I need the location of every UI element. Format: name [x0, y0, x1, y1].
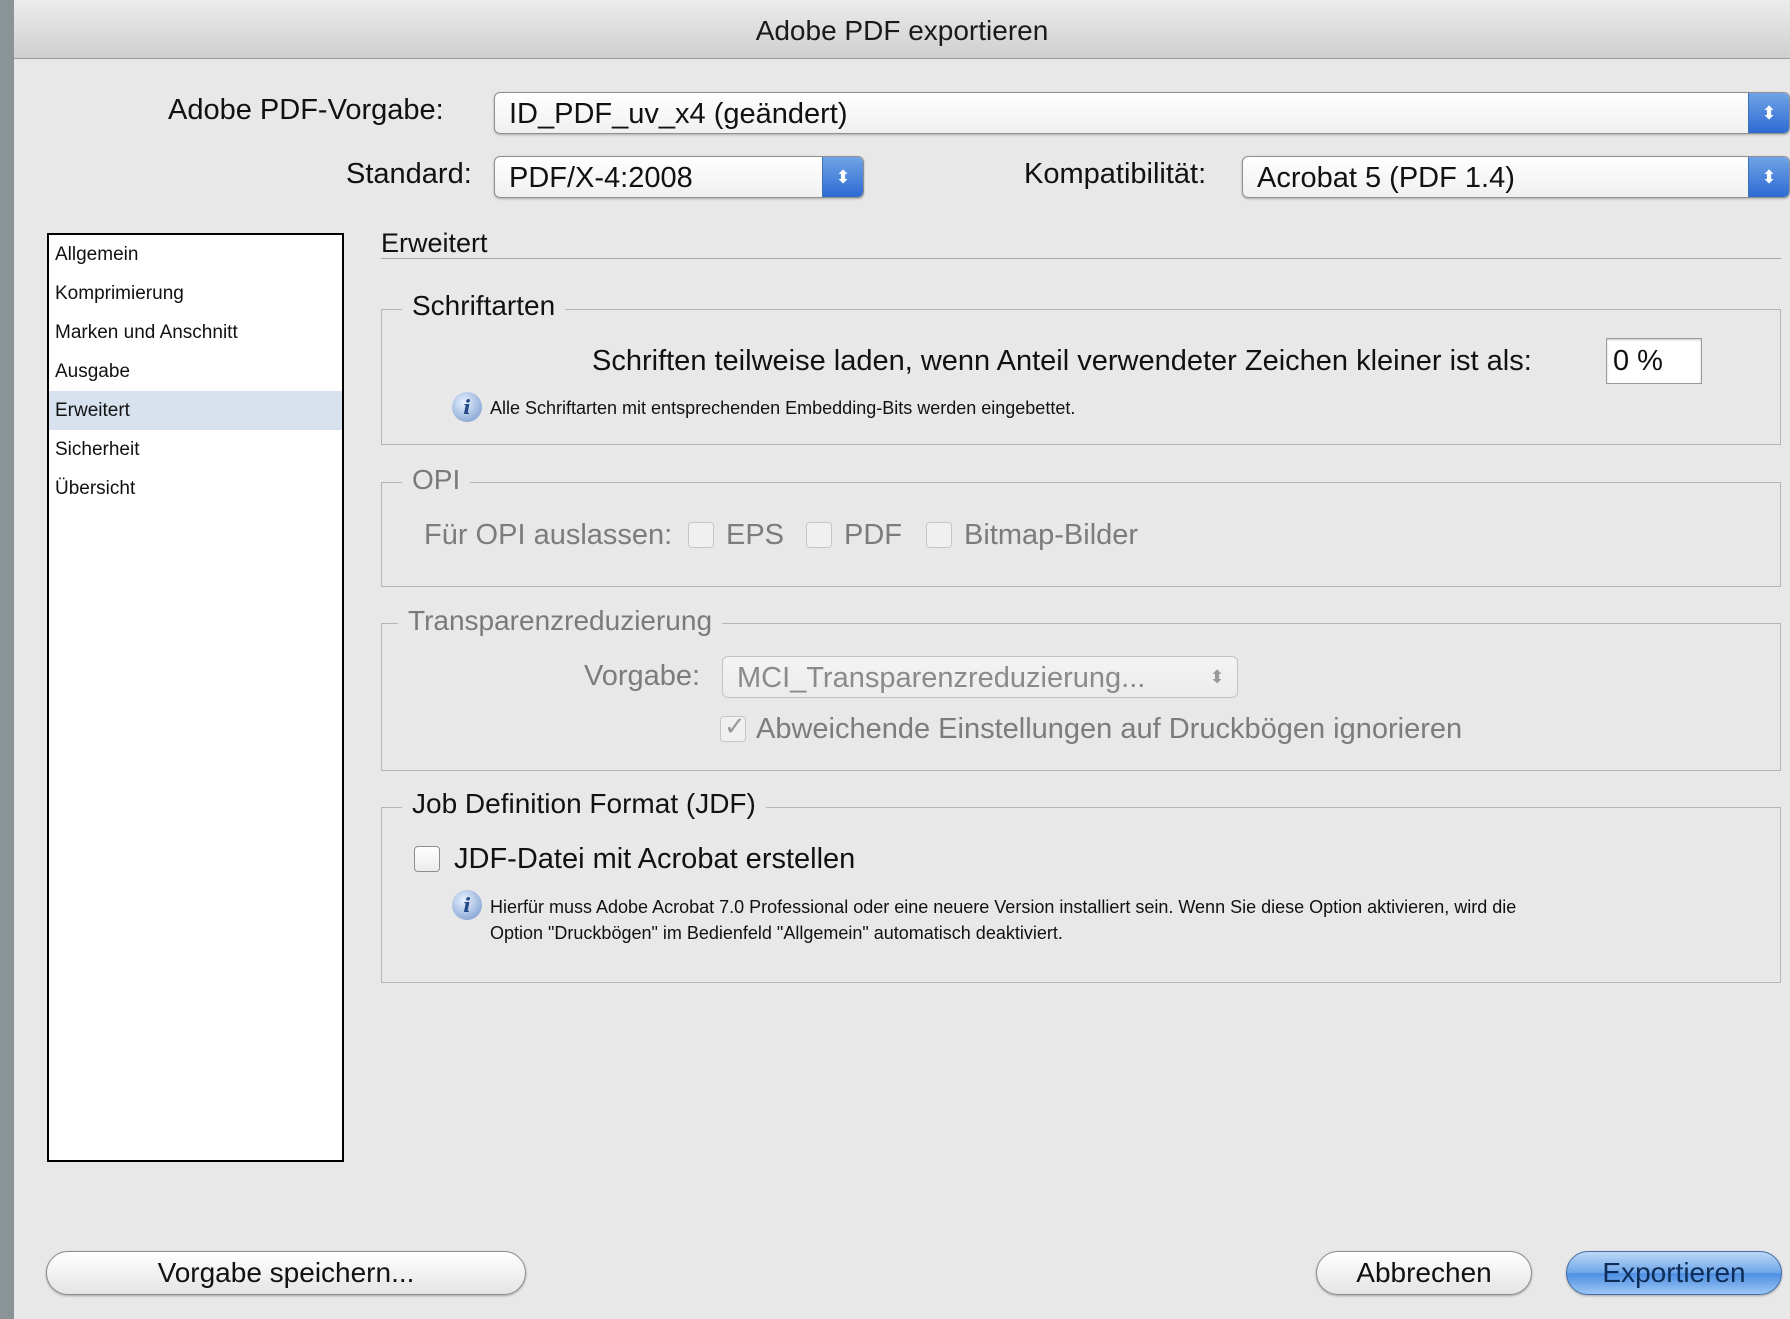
chevron-updown-icon: ⬍	[822, 157, 863, 197]
chevron-updown-icon: ⬍	[1748, 157, 1789, 197]
sidebar-item-ausgabe[interactable]: Ausgabe	[49, 352, 342, 391]
preset-label: Adobe PDF-Vorgabe:	[168, 94, 444, 126]
chevron-updown-icon: ⬍	[1748, 93, 1789, 133]
info-icon: i	[452, 392, 482, 422]
sidebar-item-sicherheit[interactable]: Sicherheit	[49, 430, 342, 469]
flattener-preset-select[interactable]: MCI_Transparenzreduzierung... ⬍	[722, 656, 1238, 698]
export-dialog: Adobe PDF exportieren Adobe PDF-Vorgabe:…	[14, 0, 1790, 1319]
export-button[interactable]: Exportieren	[1566, 1251, 1782, 1295]
jdf-create-label: JDF-Datei mit Acrobat erstellen	[454, 843, 856, 875]
window-title: Adobe PDF exportieren	[14, 0, 1790, 59]
category-list: Allgemein Komprimierung Marken und Ansch…	[47, 233, 344, 1162]
standard-select[interactable]: PDF/X-4:2008 ⬍	[494, 156, 864, 198]
sidebar-item-allgemein[interactable]: Allgemein	[49, 235, 342, 274]
chevron-updown-icon: ⬍	[1209, 667, 1225, 687]
jdf-create-checkbox[interactable]	[414, 846, 440, 872]
standard-value: PDF/X-4:2008	[509, 162, 693, 194]
transparency-legend: Transparenzreduzierung	[398, 605, 723, 637]
subset-label: Schriften teilweise laden, wenn Anteil v…	[592, 345, 1532, 377]
opi-omit-label: Für OPI auslassen:	[424, 519, 673, 551]
eps-checkbox[interactable]	[688, 522, 714, 548]
sidebar-item-erweitert[interactable]: Erweitert	[49, 391, 342, 430]
flattener-preset-value: MCI_Transparenzreduzierung...	[737, 662, 1146, 694]
ignore-overrides-checkbox[interactable]: ✓	[720, 711, 746, 742]
bitmap-checkbox[interactable]	[926, 522, 952, 548]
compat-select[interactable]: Acrobat 5 (PDF 1.4) ⬍	[1242, 156, 1790, 198]
compat-value: Acrobat 5 (PDF 1.4)	[1257, 162, 1515, 194]
checkmark-icon: ✓	[724, 711, 746, 741]
pdf-checkbox[interactable]	[806, 522, 832, 548]
jdf-info-line1: Hierfür muss Adobe Acrobat 7.0 Professio…	[490, 897, 1517, 917]
save-preset-button[interactable]: Vorgabe speichern...	[46, 1251, 526, 1295]
page-title: Erweitert	[381, 228, 488, 258]
fonts-legend: Schriftarten	[402, 290, 566, 322]
sidebar-item-komprimierung[interactable]: Komprimierung	[49, 274, 342, 313]
preset-select[interactable]: ID_PDF_uv_x4 (geändert) ⬍	[494, 92, 1790, 134]
info-icon: i	[452, 890, 482, 920]
eps-label: EPS	[726, 519, 785, 551]
standard-label: Standard:	[346, 158, 472, 190]
subset-threshold-input[interactable]: 0 %	[1606, 338, 1702, 384]
sidebar-item-marken[interactable]: Marken und Anschnitt	[49, 313, 342, 352]
divider	[381, 258, 1781, 259]
fonts-info-text: Alle Schriftarten mit entsprechenden Emb…	[490, 398, 1076, 418]
preset-value: ID_PDF_uv_x4 (geändert)	[509, 98, 848, 130]
jdf-legend: Job Definition Format (JDF)	[402, 788, 766, 820]
cancel-button[interactable]: Abbrechen	[1316, 1251, 1532, 1295]
compat-label: Kompatibilität:	[1024, 158, 1207, 190]
pdf-label: PDF	[844, 519, 902, 551]
sidebar-item-uebersicht[interactable]: Übersicht	[49, 469, 342, 508]
jdf-info-line2: Option "Druckbögen" im Bedienfeld "Allge…	[490, 923, 1063, 943]
flattener-preset-label: Vorgabe:	[584, 660, 701, 692]
ignore-overrides-label: Abweichende Einstellungen auf Druckbögen…	[756, 713, 1463, 745]
bitmap-label: Bitmap-Bilder	[964, 519, 1139, 551]
opi-legend: OPI	[402, 464, 471, 496]
